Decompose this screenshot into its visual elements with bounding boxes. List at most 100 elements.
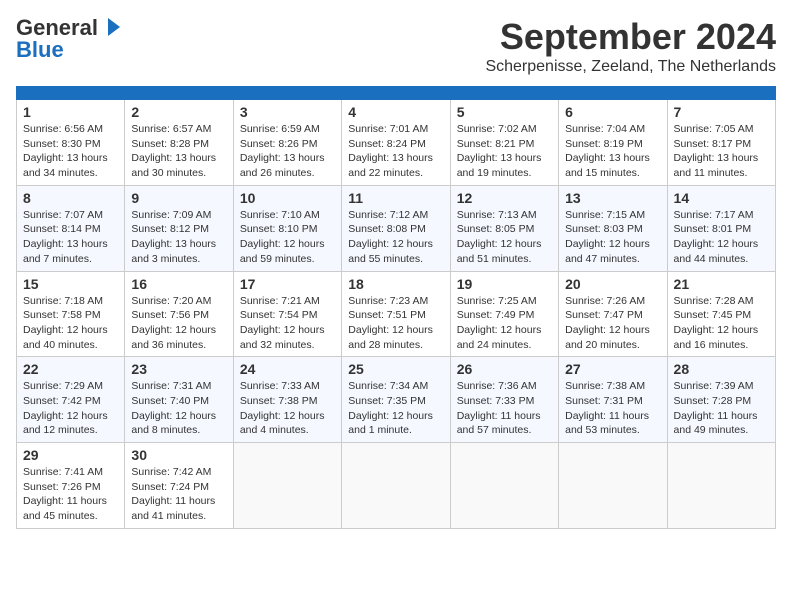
day-info: Sunrise: 7:39 AM Sunset: 7:28 PM Dayligh…	[674, 379, 769, 438]
day-number: 12	[457, 190, 552, 206]
sunrise: Sunrise: 7:09 AM	[131, 208, 226, 223]
calendar-cell: 12 Sunrise: 7:13 AM Sunset: 8:05 PM Dayl…	[450, 185, 558, 271]
sunset: Sunset: 7:56 PM	[131, 308, 226, 323]
daylight: Daylight: 11 hours and 53 minutes.	[565, 409, 660, 438]
day-info: Sunrise: 7:25 AM Sunset: 7:49 PM Dayligh…	[457, 294, 552, 353]
day-info: Sunrise: 7:23 AM Sunset: 7:51 PM Dayligh…	[348, 294, 443, 353]
calendar-cell: 5 Sunrise: 7:02 AM Sunset: 8:21 PM Dayli…	[450, 100, 558, 186]
calendar-cell: 6 Sunrise: 7:04 AM Sunset: 8:19 PM Dayli…	[559, 100, 667, 186]
daylight: Daylight: 13 hours and 30 minutes.	[131, 151, 226, 180]
calendar-cell: 22 Sunrise: 7:29 AM Sunset: 7:42 PM Dayl…	[17, 357, 125, 443]
day-number: 25	[348, 361, 443, 377]
col-friday	[559, 87, 667, 100]
col-tuesday	[233, 87, 341, 100]
sunrise: Sunrise: 7:26 AM	[565, 294, 660, 309]
daylight: Daylight: 13 hours and 34 minutes.	[23, 151, 118, 180]
col-monday	[125, 87, 233, 100]
day-info: Sunrise: 7:36 AM Sunset: 7:33 PM Dayligh…	[457, 379, 552, 438]
sunrise: Sunrise: 7:01 AM	[348, 122, 443, 137]
calendar-cell: 19 Sunrise: 7:25 AM Sunset: 7:49 PM Dayl…	[450, 271, 558, 357]
sunrise: Sunrise: 7:12 AM	[348, 208, 443, 223]
calendar-cell	[667, 443, 775, 529]
day-number: 11	[348, 190, 443, 206]
day-info: Sunrise: 7:26 AM Sunset: 7:47 PM Dayligh…	[565, 294, 660, 353]
calendar-cell: 7 Sunrise: 7:05 AM Sunset: 8:17 PM Dayli…	[667, 100, 775, 186]
calendar-cell	[559, 443, 667, 529]
sunset: Sunset: 7:51 PM	[348, 308, 443, 323]
daylight: Daylight: 12 hours and 44 minutes.	[674, 237, 769, 266]
sunset: Sunset: 8:01 PM	[674, 222, 769, 237]
calendar-cell: 28 Sunrise: 7:39 AM Sunset: 7:28 PM Dayl…	[667, 357, 775, 443]
daylight: Daylight: 12 hours and 32 minutes.	[240, 323, 335, 352]
daylight: Daylight: 12 hours and 40 minutes.	[23, 323, 118, 352]
daylight: Daylight: 12 hours and 28 minutes.	[348, 323, 443, 352]
calendar-cell: 14 Sunrise: 7:17 AM Sunset: 8:01 PM Dayl…	[667, 185, 775, 271]
sunset: Sunset: 8:21 PM	[457, 137, 552, 152]
daylight: Daylight: 12 hours and 59 minutes.	[240, 237, 335, 266]
day-number: 30	[131, 447, 226, 463]
daylight: Daylight: 13 hours and 3 minutes.	[131, 237, 226, 266]
daylight: Daylight: 12 hours and 8 minutes.	[131, 409, 226, 438]
page-title: September 2024	[485, 16, 776, 58]
day-number: 5	[457, 104, 552, 120]
sunset: Sunset: 7:33 PM	[457, 394, 552, 409]
calendar-cell	[342, 443, 450, 529]
day-number: 16	[131, 276, 226, 292]
calendar-cell: 27 Sunrise: 7:38 AM Sunset: 7:31 PM Dayl…	[559, 357, 667, 443]
daylight: Daylight: 12 hours and 12 minutes.	[23, 409, 118, 438]
calendar-week-2: 8 Sunrise: 7:07 AM Sunset: 8:14 PM Dayli…	[17, 185, 776, 271]
sunset: Sunset: 7:58 PM	[23, 308, 118, 323]
sunrise: Sunrise: 7:02 AM	[457, 122, 552, 137]
sunset: Sunset: 7:28 PM	[674, 394, 769, 409]
day-number: 20	[565, 276, 660, 292]
daylight: Daylight: 12 hours and 24 minutes.	[457, 323, 552, 352]
sunset: Sunset: 8:10 PM	[240, 222, 335, 237]
sunset: Sunset: 7:54 PM	[240, 308, 335, 323]
day-info: Sunrise: 7:04 AM Sunset: 8:19 PM Dayligh…	[565, 122, 660, 181]
day-number: 3	[240, 104, 335, 120]
day-info: Sunrise: 7:29 AM Sunset: 7:42 PM Dayligh…	[23, 379, 118, 438]
calendar-cell: 21 Sunrise: 7:28 AM Sunset: 7:45 PM Dayl…	[667, 271, 775, 357]
sunrise: Sunrise: 6:59 AM	[240, 122, 335, 137]
day-info: Sunrise: 7:20 AM Sunset: 7:56 PM Dayligh…	[131, 294, 226, 353]
day-number: 28	[674, 361, 769, 377]
sunrise: Sunrise: 7:38 AM	[565, 379, 660, 394]
day-number: 27	[565, 361, 660, 377]
logo: General Blue	[16, 16, 122, 62]
calendar-cell: 2 Sunrise: 6:57 AM Sunset: 8:28 PM Dayli…	[125, 100, 233, 186]
daylight: Daylight: 12 hours and 4 minutes.	[240, 409, 335, 438]
day-number: 18	[348, 276, 443, 292]
day-number: 23	[131, 361, 226, 377]
daylight: Daylight: 13 hours and 15 minutes.	[565, 151, 660, 180]
day-info: Sunrise: 6:56 AM Sunset: 8:30 PM Dayligh…	[23, 122, 118, 181]
sunset: Sunset: 8:03 PM	[565, 222, 660, 237]
sunrise: Sunrise: 7:29 AM	[23, 379, 118, 394]
day-number: 13	[565, 190, 660, 206]
day-number: 22	[23, 361, 118, 377]
sunrise: Sunrise: 7:36 AM	[457, 379, 552, 394]
day-number: 15	[23, 276, 118, 292]
sunrise: Sunrise: 7:41 AM	[23, 465, 118, 480]
day-info: Sunrise: 7:10 AM Sunset: 8:10 PM Dayligh…	[240, 208, 335, 267]
day-info: Sunrise: 7:15 AM Sunset: 8:03 PM Dayligh…	[565, 208, 660, 267]
sunset: Sunset: 8:28 PM	[131, 137, 226, 152]
calendar-cell: 1 Sunrise: 6:56 AM Sunset: 8:30 PM Dayli…	[17, 100, 125, 186]
sunrise: Sunrise: 7:17 AM	[674, 208, 769, 223]
sunset: Sunset: 7:24 PM	[131, 480, 226, 495]
calendar-cell: 17 Sunrise: 7:21 AM Sunset: 7:54 PM Dayl…	[233, 271, 341, 357]
daylight: Daylight: 12 hours and 20 minutes.	[565, 323, 660, 352]
daylight: Daylight: 12 hours and 1 minute.	[348, 409, 443, 438]
calendar-header-row	[17, 87, 776, 100]
sunset: Sunset: 8:14 PM	[23, 222, 118, 237]
col-sunday	[17, 87, 125, 100]
sunset: Sunset: 8:24 PM	[348, 137, 443, 152]
daylight: Daylight: 12 hours and 55 minutes.	[348, 237, 443, 266]
daylight: Daylight: 12 hours and 16 minutes.	[674, 323, 769, 352]
sunset: Sunset: 7:47 PM	[565, 308, 660, 323]
day-number: 21	[674, 276, 769, 292]
calendar-cell: 8 Sunrise: 7:07 AM Sunset: 8:14 PM Dayli…	[17, 185, 125, 271]
col-saturday	[667, 87, 775, 100]
calendar-week-3: 15 Sunrise: 7:18 AM Sunset: 7:58 PM Dayl…	[17, 271, 776, 357]
day-number: 17	[240, 276, 335, 292]
sunset: Sunset: 7:45 PM	[674, 308, 769, 323]
